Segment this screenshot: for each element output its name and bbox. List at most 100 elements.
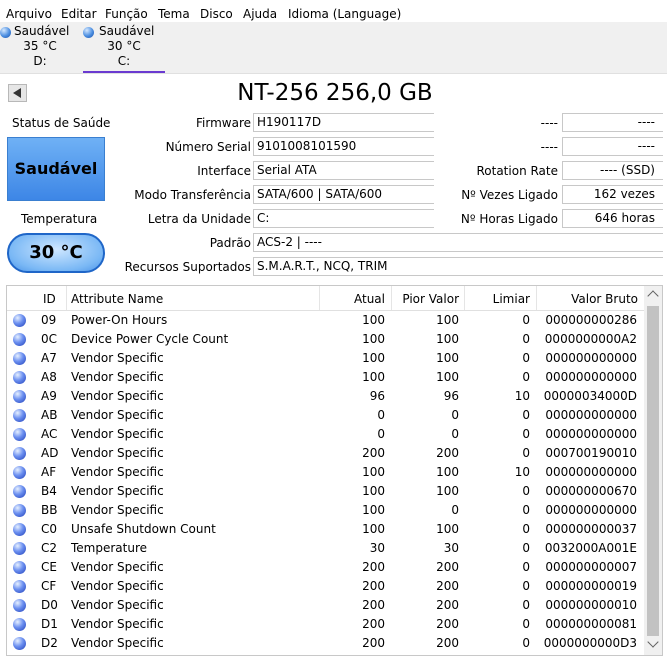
health-status-button[interactable]: Saudável [7,137,105,201]
table-row[interactable]: AD Vendor Specific 200 200 0 000700190010 [7,444,644,463]
health-status-label: Status de Saúde [12,116,111,130]
attr-threshold: 0 [522,636,530,650]
table-row[interactable]: A9 Vendor Specific 96 96 10 00000034000D [7,387,644,406]
scroll-down-icon[interactable] [647,636,659,648]
status-dot-icon [13,637,26,650]
col-current[interactable]: Atual [337,292,385,306]
temperature-button[interactable]: 30 °C [7,233,105,273]
standard-label: Padrão [209,236,251,250]
col-attribute-name[interactable]: Attribute Name [71,292,163,306]
attr-worst: 96 [443,389,459,403]
attr-threshold: 0 [522,617,530,631]
attr-id: A9 [41,389,57,403]
table-row[interactable]: C0 Unsafe Shutdown Count 100 100 0 0000000000… [7,520,644,539]
table-row[interactable]: B4 Vendor Specific 100 100 0 000000000670 [7,482,644,501]
disk-status: Saudável [99,24,155,38]
status-dot-icon [13,371,26,384]
menu-editar[interactable]: Editar [61,7,97,21]
table-row[interactable]: AB Vendor Specific 0 0 0 000000000000 [7,406,644,425]
attr-raw-value: 000000000037 [545,522,637,536]
col-id[interactable]: ID [43,292,56,306]
col-raw-value[interactable]: Valor Bruto [547,292,638,306]
menu-disco[interactable]: Disco [200,7,233,21]
disk-tabs: Saudável 35 °C D: Saudável 30 °C C: [0,22,667,74]
attr-name: Device Power Cycle Count [71,332,229,346]
disk-tab-c[interactable]: Saudável 30 °C C: [83,24,165,73]
attr-id: CF [41,579,57,593]
attr-worst: 100 [436,313,459,327]
features-value: S.M.A.R.T., NCQ, TRIM [253,257,663,276]
attr-id: AF [41,465,57,479]
vertical-scrollbar[interactable] [644,286,662,655]
attr-threshold: 0 [522,446,530,460]
table-row[interactable]: 0C Device Power Cycle Count 100 100 0 0000000… [7,330,644,349]
attr-current: 200 [362,617,385,631]
table-row[interactable]: BB Vendor Specific 100 0 0 000000000000 [7,501,644,520]
power-on-count-value: 162 vezes [562,185,663,204]
attr-current: 100 [362,484,385,498]
status-dot-icon [13,580,26,593]
attr-threshold: 0 [522,351,530,365]
firmware-label: Firmware [196,116,251,130]
health-indicator-icon [0,27,11,38]
table-row[interactable]: AF Vendor Specific 100 100 10 000000000000 [7,463,644,482]
smart-attributes-table[interactable]: ID Attribute Name Atual Pior Valor Limia… [6,285,663,656]
transfer-mode-value: SATA/600 | SATA/600 [253,185,434,204]
table-row[interactable]: CE Vendor Specific 200 200 0 000000000007 [7,558,644,577]
table-row[interactable]: 09 Power-On Hours 100 100 0 000000000286 [7,311,644,330]
attr-id: A7 [41,351,57,365]
attr-id: A8 [41,370,57,384]
power-on-hours-value: 646 horas [562,209,663,228]
attr-raw-value: 0000000000A2 [544,332,637,346]
table-row[interactable]: A8 Vendor Specific 100 100 0 000000000000 [7,368,644,387]
attr-id: D2 [41,636,58,650]
attr-worst: 200 [436,598,459,612]
attr-current: 30 [369,541,385,555]
scroll-up-icon[interactable] [647,290,659,302]
table-row[interactable]: D0 Vendor Specific 200 200 0 000000000010 [7,596,644,615]
col-worst[interactable]: Pior Valor [397,292,459,306]
table-row[interactable]: AC Vendor Specific 0 0 0 000000000000 [7,425,644,444]
attr-threshold: 10 [514,465,530,479]
attr-raw-value: 00000034000D [543,389,637,403]
attr-worst: 100 [436,522,459,536]
menu-funcao[interactable]: Função [105,7,148,21]
temperature-label: Temperatura [21,212,98,226]
attr-name: Vendor Specific [71,370,164,384]
menu-bar: Arquivo Editar Função Tema Disco Ajuda I… [0,0,667,22]
attr-worst: 100 [436,465,459,479]
attr-current: 200 [362,560,385,574]
attr-id: D1 [41,617,58,631]
table-row[interactable]: C2 Temperature 30 30 0 0032000A001E [7,539,644,558]
disk-tab-d[interactable]: Saudável 35 °C D: [0,24,80,73]
attr-id: AD [41,446,59,460]
attr-name: Vendor Specific [71,484,164,498]
attr-current: 100 [362,351,385,365]
table-row[interactable]: A7 Vendor Specific 100 100 0 000000000000 [7,349,644,368]
menu-idioma[interactable]: Idioma (Language) [288,7,401,21]
attr-current: 100 [362,313,385,327]
standard-value: ACS-2 | ---- [253,233,663,252]
table-row[interactable]: D1 Vendor Specific 200 200 0 000000000081 [7,615,644,634]
status-dot-icon [13,523,26,536]
previous-disk-button[interactable] [8,84,27,102]
attr-current: 100 [362,522,385,536]
menu-tema[interactable]: Tema [158,7,190,21]
status-dot-icon [13,409,26,422]
col-threshold[interactable]: Limiar [477,292,530,306]
health-indicator-icon [83,27,94,38]
table-row[interactable]: CF Vendor Specific 200 200 0 000000000019 [7,577,644,596]
unknown-label-1: ---- [540,116,558,130]
attr-worst: 0 [451,427,459,441]
menu-ajuda[interactable]: Ajuda [243,7,277,21]
attr-current: 0 [377,427,385,441]
attr-id: C0 [41,522,58,536]
rotation-rate-label: Rotation Rate [476,164,558,178]
scroll-thumb[interactable] [647,306,659,636]
table-row[interactable]: D2 Vendor Specific 200 200 0 0000000000D3 [7,634,644,653]
rotation-rate-value: ---- (SSD) [562,161,663,180]
attr-raw-value: 000000000000 [545,370,637,384]
attr-id: 09 [41,313,57,327]
unknown-label-2: ---- [540,140,558,154]
menu-arquivo[interactable]: Arquivo [6,7,52,21]
